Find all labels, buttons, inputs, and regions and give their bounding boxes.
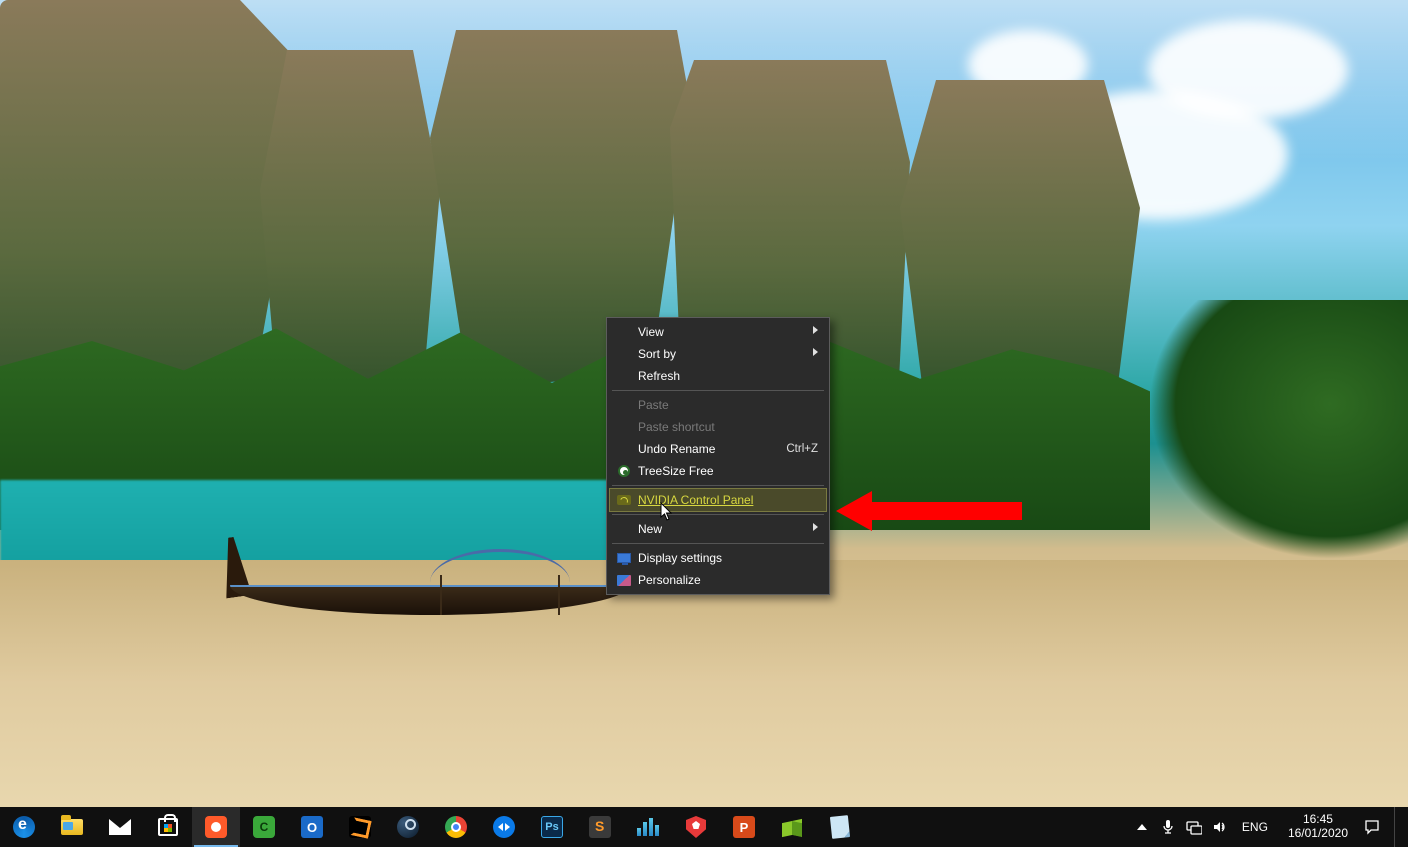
menu-item-label: TreeSize Free [638, 464, 818, 478]
tray-network-button[interactable] [1186, 819, 1202, 835]
tray-date: 16/01/2020 [1288, 827, 1348, 841]
taskbar-app-store[interactable] [144, 807, 192, 847]
tray-clock-button[interactable]: 16:45 16/01/2020 [1282, 813, 1354, 841]
display-settings-icon [616, 550, 632, 566]
tray-microphone-button[interactable] [1160, 819, 1176, 835]
taskbar-app-photoshop[interactable]: Ps [528, 807, 576, 847]
menu-item-label: Paste shortcut [638, 420, 818, 434]
tray-action-center-button[interactable] [1364, 819, 1380, 835]
mouse-cursor-icon [660, 502, 674, 522]
menu-item-display-settings[interactable]: Display settings [610, 547, 826, 569]
taskbar-app-edge[interactable] [0, 807, 48, 847]
menu-item-sort-by[interactable]: Sort by [610, 343, 826, 365]
menu-item-label: Paste [638, 398, 818, 412]
show-desktop-button[interactable] [1394, 807, 1400, 847]
edge-icon [12, 815, 36, 839]
action-center-icon [1364, 819, 1380, 835]
file-explorer-icon [60, 815, 84, 839]
taskbar-app-camtasia-recorder[interactable] [192, 807, 240, 847]
menu-separator [612, 390, 824, 391]
taskbar-app-file-explorer[interactable] [48, 807, 96, 847]
chrome-icon [444, 815, 468, 839]
menu-item-new[interactable]: New [610, 518, 826, 540]
taskbar-app-shield[interactable] [672, 807, 720, 847]
wallpaper-palms [1148, 300, 1408, 560]
network-icon [1186, 819, 1202, 835]
taskbar-left: C O Ps P [0, 807, 864, 847]
menu-item-undo-rename[interactable]: Undo Rename Ctrl+Z [610, 438, 826, 460]
menu-item-paste-shortcut: Paste shortcut [610, 416, 826, 438]
taskbar-app-orange[interactable] [336, 807, 384, 847]
store-icon [156, 815, 180, 839]
taskbar-app-teamviewer[interactable] [480, 807, 528, 847]
nvidia-icon [616, 492, 632, 508]
chevron-right-icon [813, 348, 818, 356]
tray-language-button[interactable]: ENG [1238, 820, 1272, 834]
tray-overflow-button[interactable] [1134, 819, 1150, 835]
taskbar-app-mail[interactable] [96, 807, 144, 847]
note-icon [828, 815, 852, 839]
menu-item-label: Refresh [638, 369, 818, 383]
tray-language-label: ENG [1242, 820, 1268, 834]
menu-item-accelerator: Ctrl+Z [786, 443, 818, 455]
treesize-icon [616, 463, 632, 479]
wallpaper-boat [230, 555, 630, 615]
steam-icon [396, 815, 420, 839]
taskbar: C O Ps P ENG 16:45 16/01/2 [0, 807, 1408, 847]
wallpaper-beach [0, 560, 1408, 807]
menu-item-label: Undo Rename [638, 442, 786, 456]
taskbar-right: ENG 16:45 16/01/2020 [1126, 807, 1408, 847]
taskbar-app-steam[interactable] [384, 807, 432, 847]
taskbar-app-camtasia[interactable]: C [240, 807, 288, 847]
volume-icon [1212, 819, 1228, 835]
menu-item-refresh[interactable]: Refresh [610, 365, 826, 387]
desktop-context-menu: View Sort by Refresh Paste Paste shortcu… [606, 317, 830, 595]
personalize-icon [616, 572, 632, 588]
outlook-icon: O [300, 815, 324, 839]
bars-icon [636, 815, 660, 839]
menu-item-view[interactable]: View [610, 321, 826, 343]
taskbar-app-cube[interactable] [768, 807, 816, 847]
powerpoint-icon: P [732, 815, 756, 839]
microphone-icon [1160, 819, 1176, 835]
shield-icon [684, 815, 708, 839]
menu-item-label: Display settings [638, 551, 818, 565]
taskbar-app-sublime[interactable] [576, 807, 624, 847]
menu-item-personalize[interactable]: Personalize [610, 569, 826, 591]
menu-item-label: View [638, 325, 818, 339]
taskbar-app-note[interactable] [816, 807, 864, 847]
chevron-right-icon [813, 523, 818, 531]
menu-separator [612, 485, 824, 486]
photoshop-icon: Ps [540, 815, 564, 839]
menu-separator [612, 514, 824, 515]
chevron-right-icon [813, 326, 818, 334]
chevron-up-icon [1137, 824, 1147, 830]
system-tray: ENG 16:45 16/01/2020 [1126, 807, 1408, 847]
tray-time: 16:45 [1288, 813, 1348, 827]
taskbar-app-powerpoint[interactable]: P [720, 807, 768, 847]
menu-item-label: New [638, 522, 818, 536]
taskbar-app-chrome[interactable] [432, 807, 480, 847]
app-icon [348, 815, 372, 839]
mail-icon [108, 815, 132, 839]
camtasia-icon: C [252, 815, 276, 839]
taskbar-app-outlook[interactable]: O [288, 807, 336, 847]
menu-item-treesize-free[interactable]: TreeSize Free [610, 460, 826, 482]
camtasia-recorder-icon [204, 815, 228, 839]
annotation-arrow-icon [836, 491, 1022, 531]
menu-separator [612, 543, 824, 544]
sublime-icon [588, 815, 612, 839]
taskbar-app-bars[interactable] [624, 807, 672, 847]
menu-item-label: Personalize [638, 573, 818, 587]
teamviewer-icon [492, 815, 516, 839]
menu-item-nvidia-control-panel[interactable]: NVIDIA Control Panel [610, 489, 826, 511]
menu-item-paste: Paste [610, 394, 826, 416]
cube-icon [780, 815, 804, 839]
tray-volume-button[interactable] [1212, 819, 1228, 835]
menu-item-label: Sort by [638, 347, 818, 361]
